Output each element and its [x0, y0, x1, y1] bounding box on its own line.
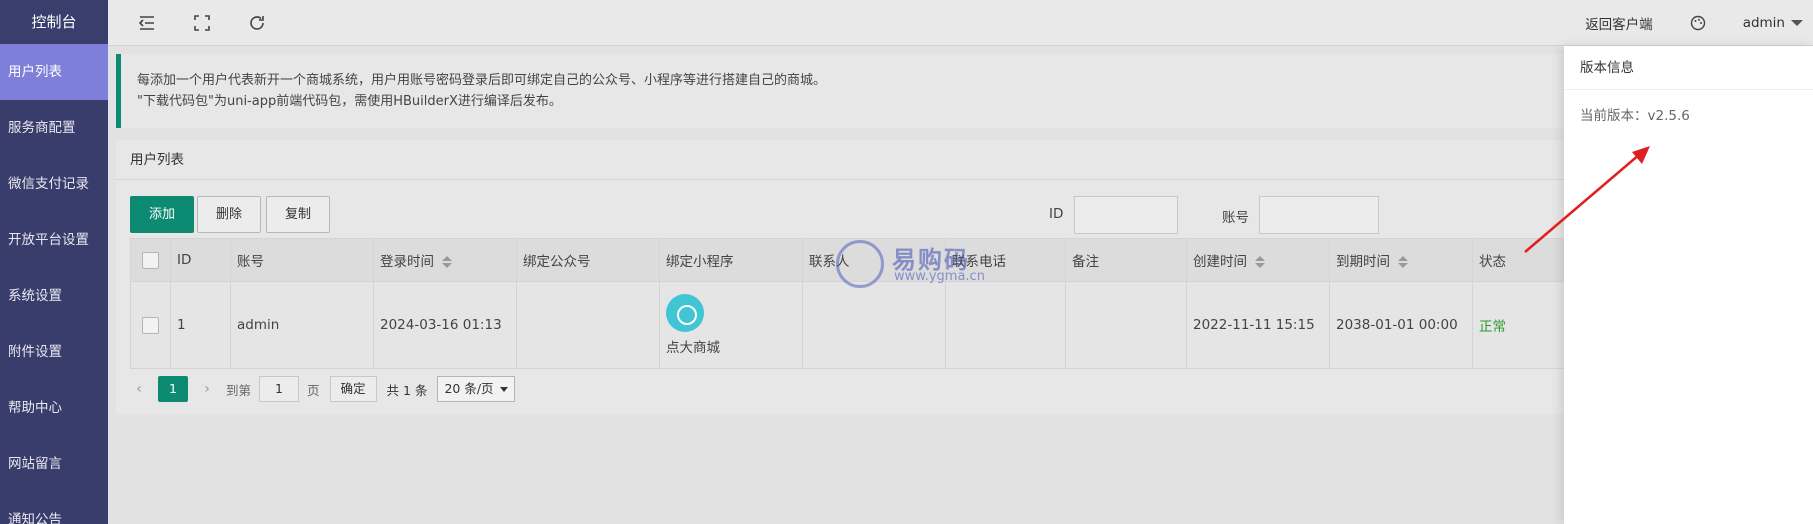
- col-created[interactable]: 创建时间: [1186, 238, 1330, 282]
- cell-contact: [802, 281, 946, 369]
- sidebar-item-system-settings[interactable]: 系统设置: [0, 268, 108, 324]
- back-to-client-link[interactable]: 返回客户端: [1585, 13, 1653, 33]
- total-count: 共 1 条: [386, 382, 428, 398]
- chevron-down-icon: [1791, 20, 1803, 26]
- cell-remark: [1065, 281, 1187, 369]
- version-panel: 版本信息 当前版本：v2.5.6: [1564, 46, 1813, 524]
- version-panel-title: 版本信息: [1564, 46, 1813, 90]
- sort-icon[interactable]: [1398, 256, 1408, 268]
- sidebar-item-messages[interactable]: 网站留言: [0, 436, 108, 492]
- goto-page-input[interactable]: 1: [259, 376, 300, 402]
- cell-id: 1: [170, 281, 231, 369]
- sidebar-item-attachment-settings[interactable]: 附件设置: [0, 324, 108, 380]
- notice-box: 每添加一个用户代表新开一个商城系统，用户用账号密码登录后即可绑定自己的公众号、小…: [116, 54, 1616, 128]
- cell-mini-program: 点大商城: [659, 281, 803, 369]
- cell-official-account: [516, 281, 660, 369]
- sidebar-item-help-center[interactable]: 帮助中心: [0, 380, 108, 436]
- sidebar: 控制台 用户列表 服务商配置 微信支付记录 开放平台设置 系统设置 附件设置 帮…: [0, 0, 108, 524]
- next-page-icon[interactable]: ›: [198, 381, 216, 397]
- mini-program-logo-icon: [666, 294, 704, 332]
- palette-icon[interactable]: [1689, 14, 1707, 32]
- fullscreen-icon[interactable]: [191, 12, 213, 34]
- col-mini-program: 绑定小程序: [659, 238, 803, 282]
- sidebar-item-open-platform[interactable]: 开放平台设置: [0, 212, 108, 268]
- chevron-down-icon: [499, 386, 508, 392]
- watermark-logo-icon: [836, 240, 884, 288]
- goto-confirm-button[interactable]: 确定: [329, 376, 377, 402]
- top-header: 返回客户端 admin: [108, 0, 1813, 46]
- sidebar-item-announcements[interactable]: 通知公告: [0, 492, 108, 524]
- id-filter-label: ID: [1049, 206, 1064, 222]
- account-filter-input[interactable]: [1259, 196, 1379, 234]
- col-login-time[interactable]: 登录时间: [373, 238, 517, 282]
- notice-line-1: 每添加一个用户代表新开一个商城系统，用户用账号密码登录后即可绑定自己的公众号、小…: [137, 73, 827, 88]
- col-expires-label: 到期时间: [1336, 254, 1390, 270]
- col-expires[interactable]: 到期时间: [1329, 238, 1473, 282]
- page-size-select[interactable]: 20 条/页: [437, 376, 515, 402]
- sidebar-item-service-provider[interactable]: 服务商配置: [0, 100, 108, 156]
- add-button[interactable]: 添加: [130, 196, 195, 233]
- sidebar-item-user-list[interactable]: 用户列表: [0, 44, 108, 100]
- col-created-label: 创建时间: [1193, 254, 1247, 270]
- notice-line-2: "下载代码包"为uni-app前端代码包，需使用HBuilderX进行编译后发布…: [137, 94, 562, 109]
- cell-account: admin: [230, 281, 374, 369]
- card-title: 用户列表: [116, 140, 1616, 180]
- col-account: 账号: [230, 238, 374, 282]
- row-checkbox[interactable]: [142, 316, 159, 334]
- page-size-value: 20 条/页: [444, 381, 494, 396]
- user-menu[interactable]: admin: [1743, 15, 1803, 31]
- col-login-time-label: 登录时间: [380, 254, 434, 270]
- console-logo[interactable]: 控制台: [0, 0, 108, 44]
- sort-icon[interactable]: [442, 256, 452, 268]
- cell-phone: [945, 281, 1066, 369]
- delete-button[interactable]: 删除: [197, 196, 262, 233]
- cell-login-time: 2024-03-16 01:13: [373, 281, 517, 369]
- cell-created: 2022-11-11 15:15: [1186, 281, 1330, 369]
- copy-button[interactable]: 复制: [266, 196, 331, 233]
- pagination: ‹ 1 › 到第 1 页 确定 共 1 条 20 条/页: [130, 374, 515, 404]
- watermark-url: www.ygma.cn: [894, 269, 985, 284]
- col-official-account: 绑定公众号: [516, 238, 660, 282]
- page-current[interactable]: 1: [158, 376, 188, 402]
- cell-expires: 2038-01-01 00:00: [1329, 281, 1473, 369]
- table-row: 1 admin 2024-03-16 01:13 点大商城 2022-11-11…: [130, 281, 1573, 369]
- goto-label: 到第: [226, 382, 252, 398]
- col-remark: 备注: [1065, 238, 1187, 282]
- col-id: ID: [170, 238, 231, 282]
- select-all-checkbox[interactable]: [142, 251, 159, 269]
- cell-status: 正常: [1472, 281, 1573, 369]
- sort-icon[interactable]: [1255, 256, 1265, 268]
- account-filter-label: 账号: [1222, 210, 1249, 226]
- sidebar-item-wechat-pay-records[interactable]: 微信支付记录: [0, 156, 108, 212]
- refresh-icon[interactable]: [246, 12, 268, 34]
- col-status: 状态: [1472, 238, 1573, 282]
- row-select-cell: [130, 281, 171, 369]
- id-filter-input[interactable]: [1074, 196, 1178, 234]
- page-unit-label: 页: [307, 382, 320, 398]
- select-all-cell: [130, 238, 171, 282]
- watermark: 易购码 www.ygma.cn: [836, 236, 986, 292]
- username: admin: [1742, 15, 1785, 31]
- mini-program-name: 点大商城: [666, 340, 720, 356]
- prev-page-icon[interactable]: ‹: [130, 381, 148, 397]
- menu-fold-icon[interactable]: [136, 12, 158, 34]
- version-text: 当前版本：v2.5.6: [1580, 108, 1690, 124]
